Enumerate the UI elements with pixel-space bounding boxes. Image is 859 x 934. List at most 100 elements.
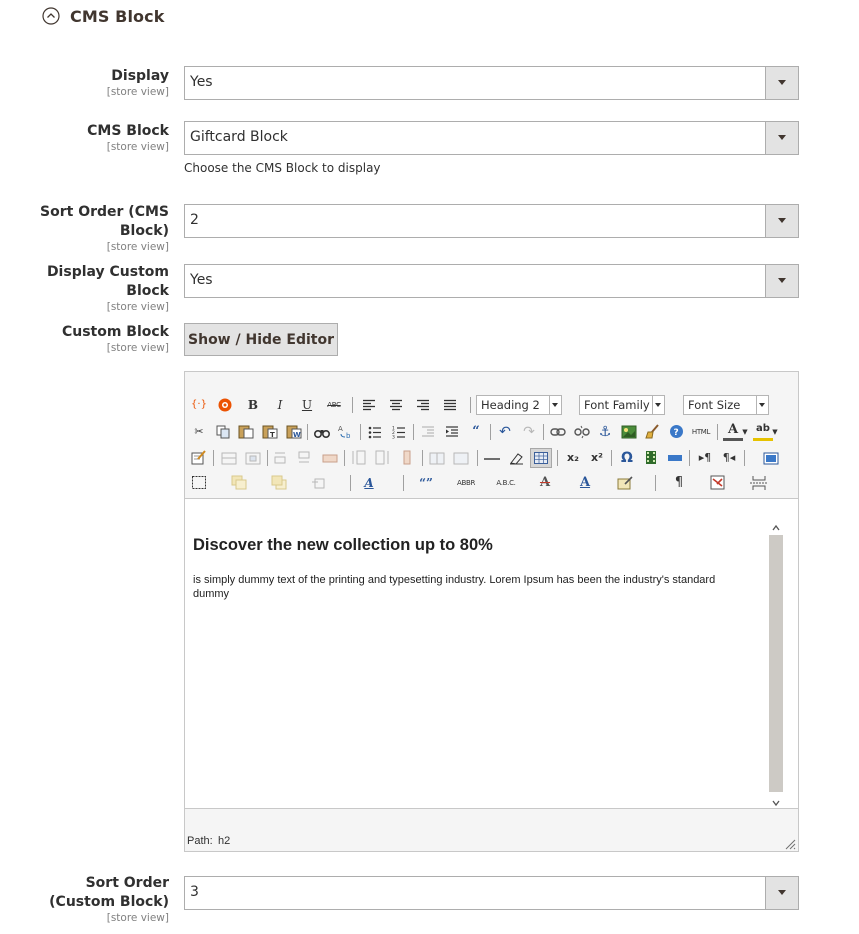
move-forward-icon[interactable]	[229, 473, 249, 493]
insert-layer-icon[interactable]	[189, 473, 209, 493]
rtl-icon[interactable]: ¶◂	[719, 448, 739, 468]
font-family-dropdown[interactable]: Font Family	[579, 395, 665, 415]
align-justify-icon[interactable]	[440, 395, 460, 415]
cms-block-label-group: CMS Block [store view]	[87, 122, 169, 154]
subscript-icon[interactable]: x₂	[563, 448, 583, 468]
insertion-icon[interactable]: A	[575, 473, 595, 493]
bold-button[interactable]: B	[243, 395, 263, 415]
move-backward-icon[interactable]	[269, 473, 289, 493]
insert-image-magento-icon[interactable]	[215, 395, 235, 415]
media-icon[interactable]	[641, 448, 661, 468]
html-source-button[interactable]: HTML	[689, 422, 713, 442]
undo-icon[interactable]: ↶	[495, 422, 515, 442]
bullet-list-icon[interactable]	[365, 422, 385, 442]
editor-content-area[interactable]: Discover the new collection up to 80% is…	[185, 500, 798, 810]
section-header[interactable]: CMS Block	[42, 4, 164, 28]
display-custom-select[interactable]: Yes	[184, 264, 799, 298]
display-select[interactable]: Yes	[184, 66, 799, 100]
cms-block-note: Choose the CMS Block to display	[184, 161, 381, 175]
scroll-down-icon[interactable]	[772, 799, 780, 807]
font-size-dropdown[interactable]: Font Size	[683, 395, 769, 415]
delete-col-icon[interactable]	[397, 448, 417, 468]
row-after-icon[interactable]	[296, 448, 316, 468]
paste-word-icon[interactable]: W	[284, 422, 304, 442]
remove-format-icon[interactable]	[506, 448, 526, 468]
link-icon[interactable]	[548, 422, 568, 442]
underline-button[interactable]: U	[297, 395, 317, 415]
scroll-thumb[interactable]	[769, 535, 783, 792]
absolute-position-icon[interactable]	[309, 473, 329, 493]
insert-widget-icon[interactable]: {·}	[189, 395, 209, 415]
path-value-h2[interactable]: h2	[218, 835, 230, 847]
insert-image-icon[interactable]	[619, 422, 639, 442]
abbr-button[interactable]: ABBR	[453, 473, 479, 493]
indent-icon[interactable]	[442, 422, 462, 442]
preview-icon[interactable]	[761, 448, 781, 468]
horizontal-rule-icon[interactable]	[482, 448, 502, 468]
cms-block-select[interactable]: Giftcard Block	[184, 121, 799, 155]
fullscreen-icon[interactable]	[665, 448, 685, 468]
collapse-circle-icon[interactable]	[42, 7, 60, 25]
editor-scrollbar[interactable]	[768, 521, 784, 810]
visual-chars-icon[interactable]: ¶	[669, 473, 689, 493]
superscript-icon[interactable]: x²	[587, 448, 607, 468]
chevron-down-icon[interactable]: ▼	[770, 422, 780, 442]
help-icon[interactable]: ?	[666, 422, 686, 442]
strikethrough-button[interactable]: ABC	[324, 395, 344, 415]
find-icon[interactable]	[312, 422, 332, 442]
replace-icon[interactable]: Ab	[336, 422, 356, 442]
sort-order-cms-label-group: Sort Order (CMS Block) [store view]	[40, 203, 169, 254]
chevron-down-icon[interactable]	[765, 877, 798, 909]
italic-button[interactable]: I	[270, 395, 290, 415]
resize-handle-icon[interactable]	[784, 838, 796, 850]
show-hide-editor-button[interactable]: Show / Hide Editor	[184, 323, 338, 356]
cite-icon[interactable]: “”	[413, 473, 439, 493]
cms-block-label: CMS Block	[87, 123, 169, 139]
cut-icon[interactable]: ✂	[189, 422, 209, 442]
align-center-icon[interactable]	[386, 395, 406, 415]
paste-icon[interactable]	[236, 422, 256, 442]
cleanup-icon[interactable]	[643, 422, 663, 442]
chevron-down-icon[interactable]	[765, 205, 798, 237]
col-before-icon[interactable]	[349, 448, 369, 468]
attributes-icon[interactable]	[615, 473, 635, 493]
copy-icon[interactable]	[213, 422, 233, 442]
table-cell-props-icon[interactable]	[243, 448, 263, 468]
section-title: CMS Block	[70, 6, 165, 26]
display-custom-label-line1: Display Custom	[46, 264, 169, 280]
redo-icon[interactable]: ↷	[519, 422, 539, 442]
numbered-list-icon[interactable]: 123	[389, 422, 409, 442]
split-cells-icon[interactable]	[427, 448, 447, 468]
edit-document-icon[interactable]	[189, 448, 209, 468]
align-right-icon[interactable]	[413, 395, 433, 415]
nonbreaking-icon[interactable]	[707, 473, 727, 493]
col-after-icon[interactable]	[373, 448, 393, 468]
chevron-down-icon[interactable]	[765, 67, 798, 99]
align-left-icon[interactable]	[359, 395, 379, 415]
special-char-icon[interactable]: Ω	[617, 448, 637, 468]
sort-order-cms-select[interactable]: 2	[184, 204, 799, 238]
outdent-icon[interactable]	[418, 422, 438, 442]
table-row-props-icon[interactable]	[219, 448, 239, 468]
ltr-icon[interactable]: ▸¶	[695, 448, 715, 468]
content-heading[interactable]: Discover the new collection up to 80%	[193, 536, 493, 555]
merge-cells-icon[interactable]	[451, 448, 471, 468]
paste-text-icon[interactable]: T	[260, 422, 280, 442]
chevron-down-icon[interactable]: ▼	[740, 422, 750, 442]
chevron-down-icon[interactable]	[765, 122, 798, 154]
insert-table-icon[interactable]	[530, 448, 552, 468]
pagebreak-icon[interactable]	[749, 473, 769, 493]
row-before-icon[interactable]	[272, 448, 292, 468]
scroll-up-icon[interactable]	[772, 524, 780, 532]
delete-row-icon[interactable]	[320, 448, 340, 468]
content-paragraph[interactable]: is simply dummy text of the printing and…	[193, 573, 753, 601]
deletion-icon[interactable]: A	[535, 473, 555, 493]
unlink-icon[interactable]	[572, 422, 592, 442]
sort-order-custom-select[interactable]: 3	[184, 876, 799, 910]
styles-icon[interactable]: A	[359, 473, 379, 493]
anchor-icon[interactable]: ⚓	[595, 422, 615, 442]
format-dropdown[interactable]: Heading 2	[476, 395, 562, 415]
blockquote-icon[interactable]: “	[466, 422, 486, 442]
acronym-button[interactable]: A.B.C.	[493, 473, 519, 493]
chevron-down-icon[interactable]	[765, 265, 798, 297]
